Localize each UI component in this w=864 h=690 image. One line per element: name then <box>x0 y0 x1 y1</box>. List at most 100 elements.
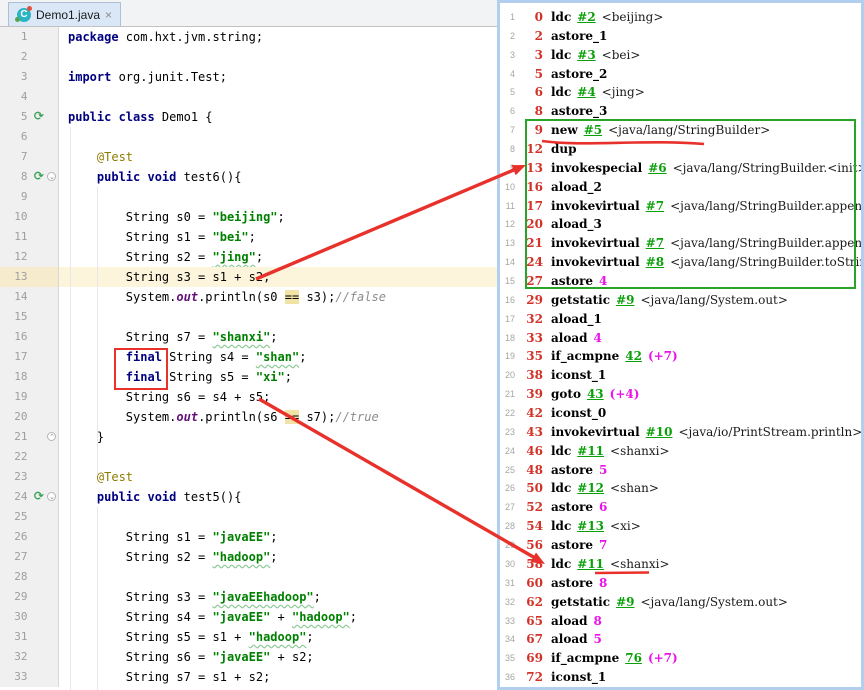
run-test-icon[interactable]: ⟳ <box>31 167 46 187</box>
bytecode-mnemonic: invokevirtual <box>551 424 640 439</box>
constant-pool-link[interactable]: 42 <box>625 347 642 366</box>
fold-slot <box>46 107 58 127</box>
bytecode-offset: 69 <box>526 651 543 666</box>
code-line[interactable]: String s1 = "bei"; <box>59 227 497 247</box>
code-line[interactable]: String s0 = "beijing"; <box>59 207 497 227</box>
bytecode-row: 29 56 astore 7 <box>500 536 861 555</box>
constant-pool-link[interactable]: 76 <box>625 649 642 668</box>
editor-row: 4 <box>0 87 497 107</box>
code-line[interactable]: @Test <box>59 467 497 487</box>
ide-window: C Demo1.java × 1 package com.hxt.jvm.stri… <box>0 0 864 690</box>
code-token: System. <box>68 410 177 424</box>
line-number: 32 <box>14 650 28 663</box>
constant-pool-link[interactable]: #10 <box>646 423 673 442</box>
fold-slot <box>46 607 58 627</box>
constant-pool-link[interactable]: #3 <box>577 46 595 65</box>
code-line[interactable]: import org.junit.Test; <box>59 67 497 87</box>
run-test-icon[interactable]: ⟳ <box>31 107 46 127</box>
constant-pool-link[interactable]: #11 <box>577 442 604 461</box>
code-line[interactable]: String s7 = "shanxi"; <box>59 327 497 347</box>
code-line[interactable]: String s5 = s1 + "hadoop"; <box>59 627 497 647</box>
bytecode-offset: 54 <box>526 519 543 534</box>
gutter-icon-slot <box>31 347 46 367</box>
constant-pool-link[interactable]: #11 <box>577 555 604 574</box>
bytecode-mnemonic: aload <box>551 330 588 345</box>
editor-gutter: 28 <box>0 567 59 587</box>
fold-glyph: ⌄ <box>49 493 56 501</box>
bytecode-row-number: 15 <box>504 276 515 287</box>
code-token: String s4 = <box>161 350 256 364</box>
editor-gutter: 22 <box>0 447 59 467</box>
code-line[interactable]: String s6 = s4 + s5; <box>59 387 497 407</box>
editor-row: 19 String s6 = s4 + s5; <box>0 387 497 407</box>
code-line[interactable] <box>59 127 497 147</box>
editor-row: 7 @Test <box>0 147 497 167</box>
code-line[interactable]: String s2 = "hadoop"; <box>59 547 497 567</box>
code-token: "javaEE" <box>212 530 271 544</box>
code-line[interactable]: System.out.println(s0 == s3);//false <box>59 287 497 307</box>
editor-row: 23 @Test <box>0 467 497 487</box>
close-icon[interactable]: × <box>105 9 112 21</box>
fold-slot <box>46 467 58 487</box>
code-line[interactable]: public void test6(){ <box>59 167 497 187</box>
constant-pool-link[interactable]: #9 <box>616 593 634 612</box>
code-line[interactable]: String s4 = "javaEE" + "hadoop"; <box>59 607 497 627</box>
editor-gutter: 32 <box>0 647 59 667</box>
constant-pool-link[interactable]: #4 <box>577 83 595 102</box>
code-line[interactable]: @Test <box>59 147 497 167</box>
code-line[interactable]: String s2 = "jing"; <box>59 247 497 267</box>
code-line[interactable]: } <box>59 427 497 447</box>
bytecode-row: 5 6 ldc #4 <jing> <box>500 83 861 102</box>
run-test-icon[interactable]: ⟳ <box>31 487 46 507</box>
constant-pool-link[interactable]: #9 <box>616 291 634 310</box>
code-token: } <box>68 430 105 444</box>
fold-icon[interactable]: ⌃ <box>46 427 58 447</box>
code-line[interactable]: String s6 = "javaEE" + s2; <box>59 647 497 667</box>
code-line[interactable] <box>59 87 497 107</box>
fold-slot <box>46 27 58 47</box>
code-line[interactable]: package com.hxt.jvm.string; <box>59 27 497 47</box>
bytecode-offset: 2 <box>534 28 543 43</box>
tab-demo1-java[interactable]: C Demo1.java × <box>8 2 122 26</box>
code-token: ; <box>248 230 256 244</box>
code-line[interactable] <box>59 307 497 327</box>
fold-slot <box>46 87 58 107</box>
code-line[interactable] <box>59 47 497 67</box>
constant-pool-link[interactable]: #2 <box>577 8 595 27</box>
line-number: 23 <box>14 470 28 483</box>
code-line[interactable]: String s1 = "javaEE"; <box>59 527 497 547</box>
code-line[interactable]: String s3 = "javaEEhadoop"; <box>59 587 497 607</box>
code-token: String s3 = <box>68 590 213 604</box>
line-number: 7 <box>20 150 28 163</box>
fold-slot <box>46 287 58 307</box>
code-line[interactable]: String s7 = s1 + s2; <box>59 667 497 687</box>
code-line[interactable] <box>59 507 497 527</box>
line-number: 15 <box>14 310 28 323</box>
code-line[interactable]: System.out.println(s6 == s7);//true <box>59 407 497 427</box>
fold-icon[interactable]: ⌄ <box>46 167 58 187</box>
editor-row: 18 final String s5 = "xi"; <box>0 367 497 387</box>
code-token: "javaEE" <box>212 650 271 664</box>
bytecode-row-number: 18 <box>504 332 515 343</box>
constant-pool-link[interactable]: #12 <box>577 479 604 498</box>
code-line[interactable]: public void test5(){ <box>59 487 497 507</box>
code-token: + <box>270 610 292 624</box>
bytecode-row-number: 32 <box>504 596 515 607</box>
code-line[interactable] <box>59 567 497 587</box>
constant-pool-link[interactable]: #13 <box>577 517 604 536</box>
code-line[interactable]: public class Demo1 { <box>59 107 497 127</box>
bytecode-row-number: 6 <box>509 106 515 117</box>
code-line[interactable]: String s3 = s1 + s2; <box>59 267 497 287</box>
code-token: String s5 = s1 + <box>68 630 249 644</box>
fold-slot <box>46 547 58 567</box>
code-line[interactable] <box>59 447 497 467</box>
editor-row: 5 ⟳ public class Demo1 { <box>0 107 497 127</box>
constant-pool-link[interactable]: 43 <box>587 385 604 404</box>
editor-gutter: 7 <box>0 147 59 167</box>
bytecode-offset: 38 <box>526 368 543 383</box>
code-editor[interactable]: 1 package com.hxt.jvm.string; 2 3 import org… <box>0 27 497 690</box>
code-line[interactable] <box>59 187 497 207</box>
bytecode-operand: <java/io/PrintStream.println> <box>678 424 863 439</box>
line-number: 18 <box>14 370 28 383</box>
fold-icon[interactable]: ⌄ <box>46 487 58 507</box>
